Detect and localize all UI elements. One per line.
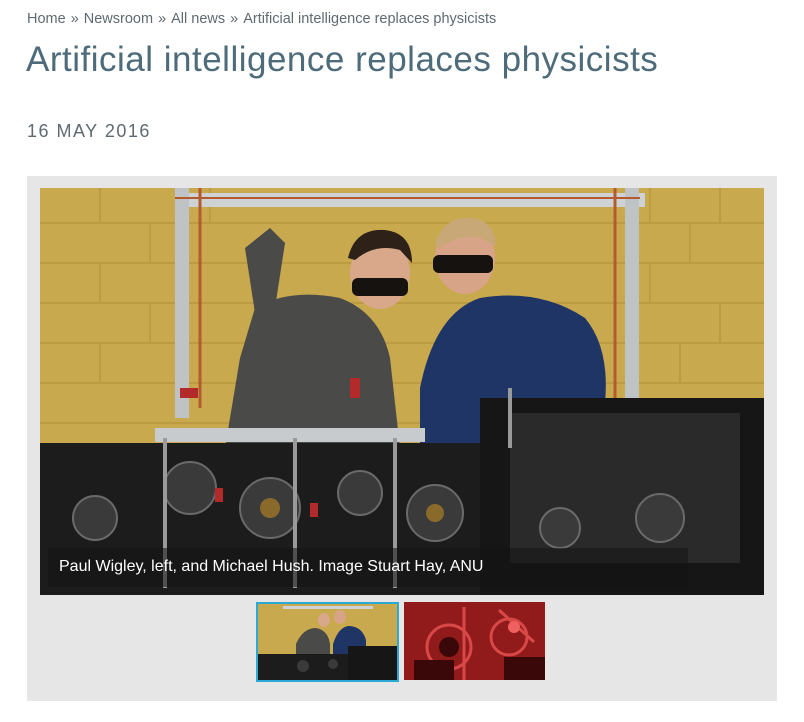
thumbnail-lab-photo-image [258,604,397,680]
breadcrumb: Home» Newsroom» All news» Artificial intell… [27,11,496,27]
image-caption: Paul Wigley, left, and Michael Hush. Ima… [48,548,688,587]
breadcrumb-separator: » [158,11,167,27]
image-caption-text: Paul Wigley, left, and Michael Hush. Ima… [59,558,484,575]
breadcrumb-all-news-link[interactable]: All news [171,11,225,27]
breadcrumb-newsroom-link[interactable]: Newsroom [84,11,153,27]
breadcrumb-separator: » [230,11,239,27]
thumbnail-red-lab-photo-image [404,602,545,680]
gallery-thumbnail-2[interactable] [404,602,545,680]
image-gallery: Paul Wigley, left, and Michael Hush. Ima… [27,176,777,701]
breadcrumb-separator: » [70,11,79,27]
breadcrumb-home-link[interactable]: Home [27,11,66,27]
article-date: 16 MAY 2016 [27,121,151,141]
main-photo[interactable]: Paul Wigley, left, and Michael Hush. Ima… [40,188,764,595]
lab-photo-illustration [40,188,764,595]
page-title: Artificial intelligence replaces physici… [26,40,659,79]
breadcrumb-current: Artificial intelligence replaces physici… [243,11,497,27]
gallery-thumbnail-1[interactable] [256,602,399,682]
